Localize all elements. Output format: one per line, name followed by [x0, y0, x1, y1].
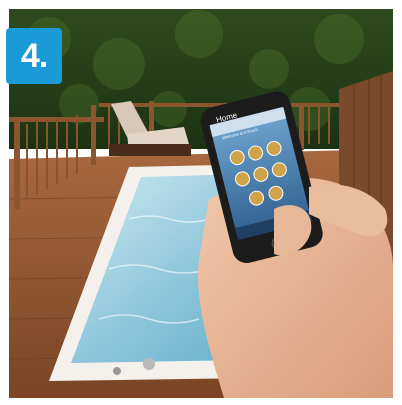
step-number-badge: 4. — [6, 28, 62, 84]
photo-frame: Home Welcome to InTouch 4. — [0, 0, 402, 405]
swim-spa-photo: Home Welcome to InTouch — [9, 9, 393, 398]
step-number-label: 4. — [20, 36, 48, 75]
scene-illustration — [9, 9, 393, 398]
